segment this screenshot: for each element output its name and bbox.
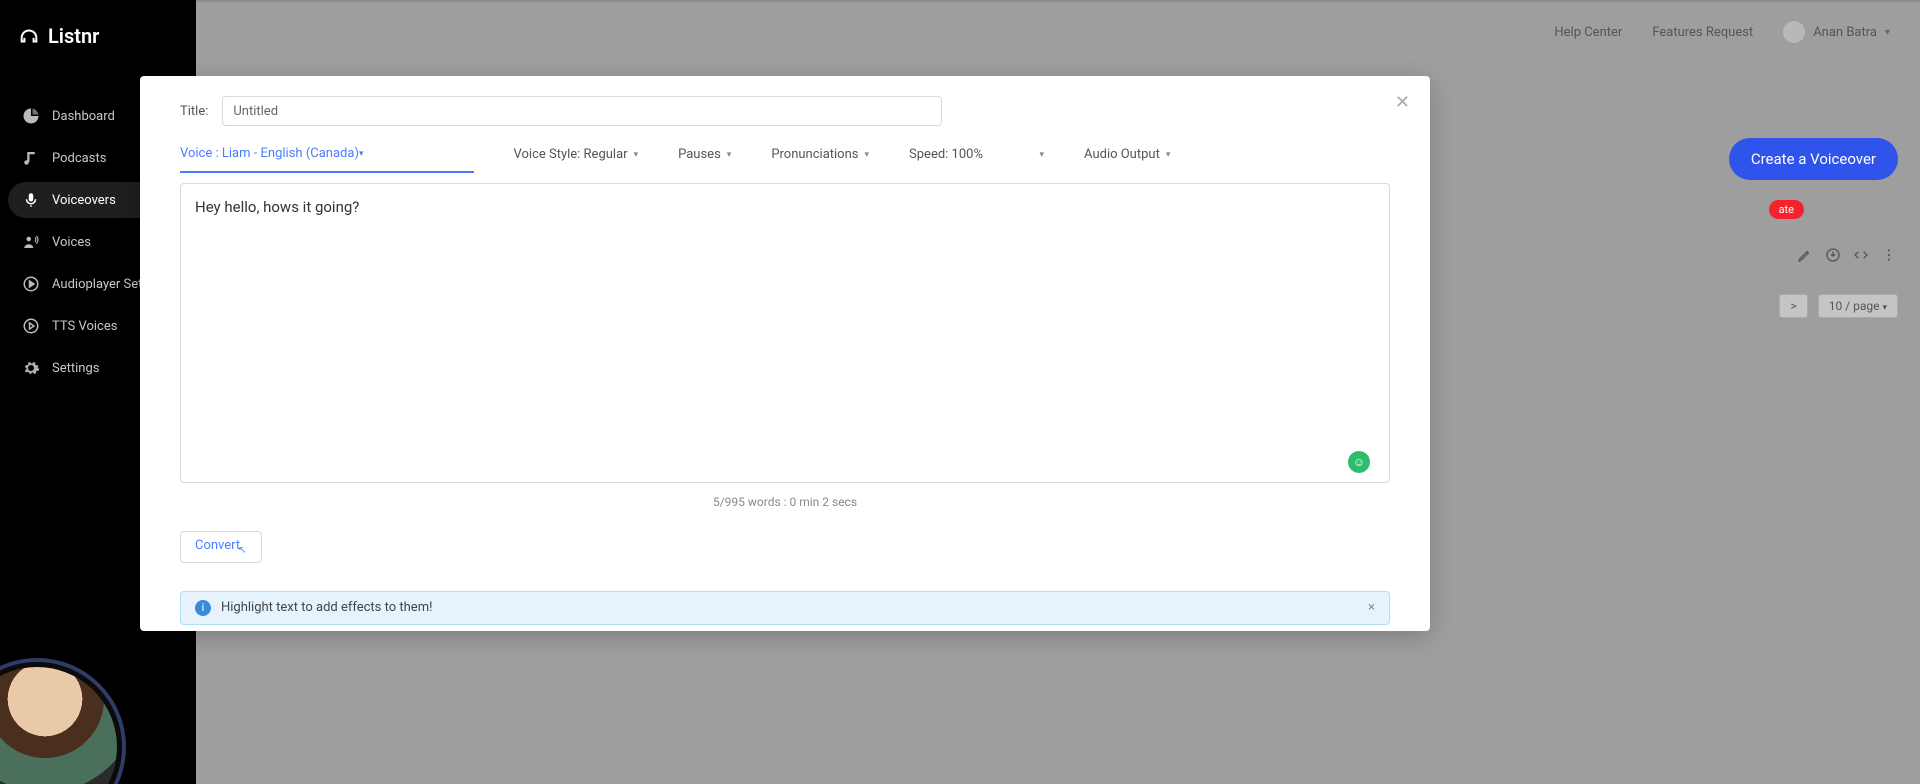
chevron-down-icon: ▾ bbox=[727, 150, 732, 160]
download-circle-icon[interactable] bbox=[1824, 246, 1842, 264]
word-counter: 5/995 words : 0 min 2 secs bbox=[140, 487, 1430, 531]
chevron-down-icon: ▾ bbox=[1885, 27, 1890, 38]
sidebar-item-label: Voices bbox=[52, 235, 91, 250]
row-actions bbox=[1796, 246, 1898, 264]
pie-chart-icon bbox=[22, 107, 40, 125]
pager-next[interactable]: > bbox=[1779, 294, 1807, 318]
close-icon: ✕ bbox=[1395, 92, 1410, 113]
more-vertical-icon[interactable] bbox=[1880, 246, 1898, 264]
microphone-icon bbox=[22, 191, 40, 209]
text-editor-wrap: ☺ bbox=[140, 173, 1430, 487]
play-circle-icon bbox=[22, 275, 40, 293]
gear-icon bbox=[22, 359, 40, 377]
pager-size-select[interactable]: 10 / page ▾ bbox=[1818, 294, 1898, 318]
pauses-select[interactable]: Pauses ▾ bbox=[678, 146, 731, 173]
script-textarea[interactable] bbox=[180, 183, 1390, 483]
voiceover-editor-modal: ✕ Title: Voice : Liam - English (Canada)… bbox=[140, 76, 1430, 631]
speed-label: Speed: 100% bbox=[909, 147, 983, 162]
status-tag: ate bbox=[1769, 200, 1804, 219]
sidebar-item-label: Settings bbox=[52, 361, 99, 376]
play-outline-icon bbox=[22, 317, 40, 335]
tip-text: Highlight text to add effects to them! bbox=[221, 600, 432, 615]
brand-logo[interactable]: Listnr bbox=[0, 0, 196, 72]
code-icon[interactable] bbox=[1852, 246, 1870, 264]
chevron-down-icon: ▾ bbox=[1040, 150, 1045, 160]
chevron-down-icon: ▾ bbox=[359, 149, 364, 159]
voice-options-bar: Voice : Liam - English (Canada) ▾ Voice … bbox=[140, 126, 1430, 173]
close-icon: × bbox=[1368, 600, 1375, 615]
cursor-icon: ↖ bbox=[238, 545, 246, 556]
title-row: Title: bbox=[140, 76, 1430, 126]
pagination: > 10 / page ▾ bbox=[1779, 294, 1898, 318]
title-input[interactable] bbox=[222, 96, 942, 126]
edit-icon[interactable] bbox=[1796, 246, 1814, 264]
listnr-logo-icon bbox=[18, 25, 40, 47]
user-name: Anan Batra bbox=[1813, 25, 1877, 40]
tip-dismiss-button[interactable]: × bbox=[1368, 600, 1375, 615]
check-smile-icon: ☺ bbox=[1353, 455, 1365, 469]
music-note-icon bbox=[22, 149, 40, 167]
sidebar-item-label: Dashboard bbox=[52, 109, 115, 124]
convert-button[interactable]: Convert↖ bbox=[180, 531, 262, 563]
grammar-ok-badge[interactable]: ☺ bbox=[1348, 451, 1370, 473]
user-menu[interactable]: Anan Batra ▾ bbox=[1783, 21, 1890, 43]
help-center-link[interactable]: Help Center bbox=[1554, 25, 1622, 40]
audio-output-label: Audio Output bbox=[1084, 147, 1160, 162]
sidebar-item-label: Voiceovers bbox=[52, 193, 116, 208]
chevron-down-icon: ▾ bbox=[1882, 303, 1887, 313]
tip-banner: i Highlight text to add effects to them!… bbox=[180, 591, 1390, 625]
voice-select[interactable]: Voice : Liam - English (Canada) ▾ bbox=[180, 146, 474, 173]
person-voice-icon bbox=[22, 233, 40, 251]
features-request-link[interactable]: Features Request bbox=[1652, 25, 1753, 40]
voice-select-label: Voice : Liam - English (Canada) bbox=[180, 146, 359, 161]
brand-name: Listnr bbox=[48, 24, 99, 48]
info-icon: i bbox=[195, 600, 211, 616]
convert-button-label: Convert bbox=[195, 538, 240, 553]
chevron-down-icon: ▾ bbox=[865, 150, 870, 160]
avatar bbox=[1783, 21, 1805, 43]
pauses-label: Pauses bbox=[678, 147, 721, 162]
sidebar-item-label: TTS Voices bbox=[52, 319, 117, 334]
topbar: Help Center Features Request Anan Batra … bbox=[196, 2, 1920, 62]
pronunciations-select[interactable]: Pronunciations ▾ bbox=[771, 146, 869, 173]
voice-style-label: Voice Style: Regular bbox=[514, 147, 628, 162]
sidebar-item-label: Podcasts bbox=[52, 151, 106, 166]
close-button[interactable]: ✕ bbox=[1395, 92, 1410, 113]
audio-output-select[interactable]: Audio Output ▾ bbox=[1084, 146, 1170, 173]
title-label: Title: bbox=[180, 104, 208, 119]
create-voiceover-button[interactable]: Create a Voiceover bbox=[1729, 138, 1898, 180]
chevron-down-icon: ▾ bbox=[634, 150, 639, 160]
pronunciations-label: Pronunciations bbox=[771, 147, 858, 162]
speed-select[interactable]: Speed: 100% ▾ bbox=[909, 146, 1044, 173]
chevron-down-icon: ▾ bbox=[1166, 150, 1171, 160]
voice-style-select[interactable]: Voice Style: Regular ▾ bbox=[514, 146, 639, 173]
